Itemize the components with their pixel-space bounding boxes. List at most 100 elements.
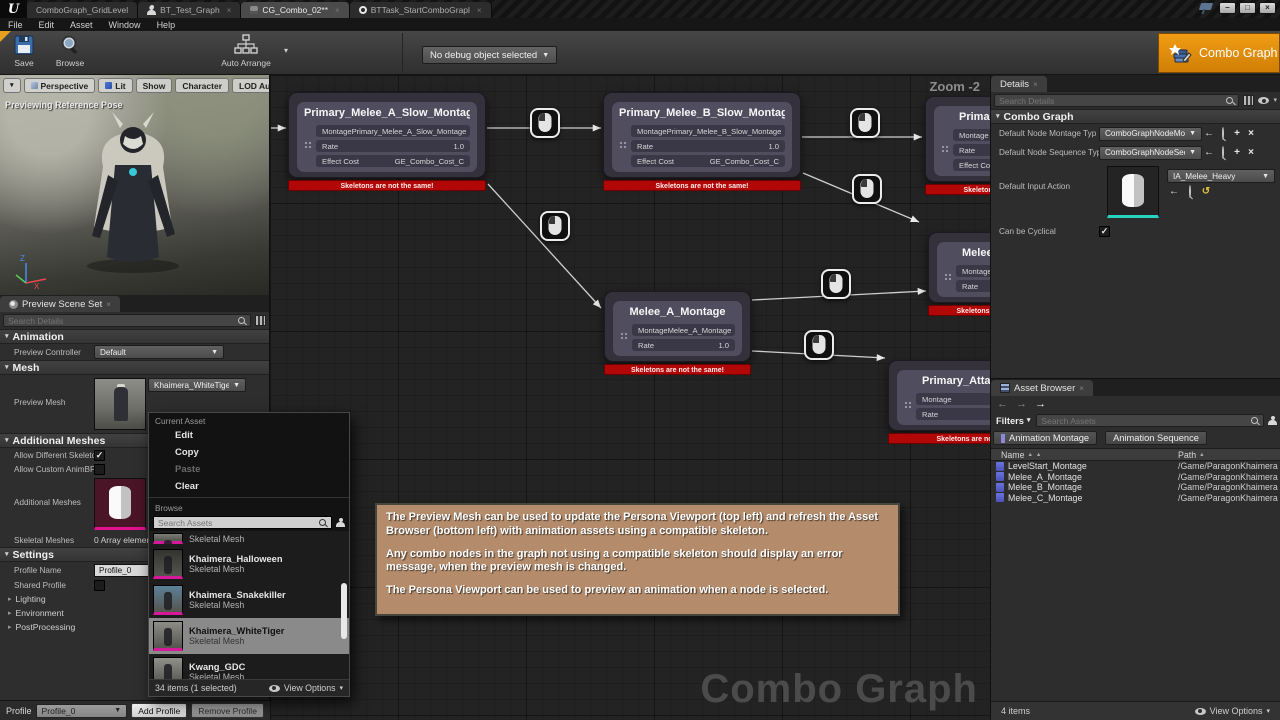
allow-different-skeletons-checkbox[interactable]: ✓ <box>94 450 105 461</box>
input-action-thumbnail[interactable] <box>1107 166 1159 218</box>
tab-close-icon[interactable]: × <box>227 6 232 15</box>
go-to-folder-icon[interactable]: → <box>1035 399 1046 410</box>
graph-node[interactable]: Melee_A_MontageMontageMelee_A_MontageRat… <box>604 291 751 375</box>
section-mesh[interactable]: ▾ Mesh <box>0 360 269 375</box>
menu-help[interactable]: Help <box>157 20 176 30</box>
column-settings-icon[interactable] <box>1243 95 1254 106</box>
column-path[interactable]: Path ▲ <box>1178 450 1280 460</box>
clear-icon[interactable]: × <box>1244 148 1258 158</box>
asset-search-box[interactable] <box>1036 414 1264 427</box>
close-button[interactable]: × <box>1259 2 1276 14</box>
column-name[interactable]: Name ▲ ▲ <box>991 450 1178 460</box>
montage-type-dropdown[interactable]: ComboGraphNodeMontage ▼ <box>1099 127 1202 141</box>
preview-mesh-thumbnail[interactable] <box>94 378 146 430</box>
tab-close-icon[interactable]: × <box>106 300 111 309</box>
history-forward-icon[interactable]: → <box>1016 399 1027 410</box>
menu-file[interactable]: File <box>8 20 23 30</box>
add-icon[interactable]: + <box>1230 148 1244 158</box>
use-selected-icon[interactable]: ← <box>1202 129 1216 139</box>
section-combo-graph[interactable]: ▾ Combo Graph <box>991 109 1280 124</box>
mesh-asset-item[interactable]: Khaimera_SnakekillerSkeletal Mesh <box>149 582 349 618</box>
user-filter-icon[interactable] <box>1268 416 1277 426</box>
menu-item-clear[interactable]: Clear <box>149 478 349 495</box>
clear-icon[interactable]: × <box>1244 129 1258 139</box>
tab-close-icon[interactable]: × <box>1079 384 1084 393</box>
input-action-dropdown[interactable]: IA_Melee_Heavy ▼ <box>1167 169 1275 183</box>
tab-cg-combo-02[interactable]: CG_Combo_02** × <box>241 2 349 18</box>
scrollbar-thumb[interactable] <box>341 583 347 639</box>
column-settings-icon[interactable] <box>255 315 266 326</box>
save-button[interactable]: Save <box>2 34 46 68</box>
preview-controller-dropdown[interactable]: Default ▼ <box>94 345 224 359</box>
auto-arrange-dropdown[interactable]: ▾ <box>284 47 288 55</box>
mesh-asset-item[interactable]: Kwang_GDCSkeletal Mesh <box>149 654 349 679</box>
asset-row[interactable]: Melee_A_Montage/Game/ParagonKhaimera <box>991 472 1280 483</box>
debug-object-dropdown[interactable]: No debug object selected ▼ <box>422 46 557 64</box>
filter-animation-sequence[interactable]: Animation Sequence <box>1105 431 1207 445</box>
filters-button[interactable]: Filters ▾ <box>994 416 1032 426</box>
add-icon[interactable]: + <box>1230 129 1244 139</box>
graph-node[interactable]: Primary_Melee_A_Slow_MontageMontagePrima… <box>288 92 486 191</box>
menu-asset[interactable]: Asset <box>70 20 93 30</box>
menu-item-edit[interactable]: Edit <box>149 427 349 444</box>
asset-picker-search-input[interactable] <box>154 518 319 528</box>
menu-item-paste[interactable]: Paste <box>149 461 349 478</box>
menu-item-copy[interactable]: Copy <box>149 444 349 461</box>
minimize-button[interactable]: – <box>1219 2 1236 14</box>
can-be-cyclical-checkbox[interactable]: ✓ <box>1099 226 1110 237</box>
sequence-type-dropdown[interactable]: ComboGraphNodeSequenc ▼ <box>1099 146 1202 160</box>
combo-graph-button[interactable]: Combo Graph <box>1158 33 1280 73</box>
combo-graph-canvas[interactable]: Zoom -2 Combo Graph Primary_Melee_A_Slow… <box>270 75 990 720</box>
preview-mesh-dropdown[interactable]: Khaimera_WhiteTiger ▼ <box>148 378 246 392</box>
profile-dropdown[interactable]: Profile_0 ▼ <box>36 704 128 718</box>
history-back-icon[interactable]: ← <box>997 399 1008 410</box>
viewport-options-dropdown[interactable]: ▾ <box>3 78 21 93</box>
asset-row[interactable]: Melee_B_Montage/Game/ParagonKhaimera <box>991 482 1280 493</box>
section-animation[interactable]: ▾ Animation <box>0 329 269 344</box>
reset-icon[interactable]: ↺ <box>1199 187 1213 197</box>
viewport-lit-button[interactable]: Lit <box>98 78 132 93</box>
graph-node[interactable]: PrimaryMontageRateEffect CostSkeletons a… <box>925 96 990 195</box>
browse-button[interactable]: Browse <box>48 34 92 68</box>
details-search-input[interactable] <box>995 96 1226 106</box>
details-search-box[interactable] <box>994 94 1239 107</box>
menu-edit[interactable]: Edit <box>39 20 55 30</box>
graph-node[interactable]: Primary_Melee_B_Slow_MontageMontagePrima… <box>603 92 801 191</box>
graph-node[interactable]: Primary_AttackMontagePrimRateSkeletons a… <box>888 360 990 444</box>
viewport-character-button[interactable]: Character <box>175 78 229 93</box>
filter-animation-montage[interactable]: Animation Montage <box>993 431 1097 445</box>
asset-row[interactable]: LevelStart_Montage/Game/ParagonKhaimera <box>991 461 1280 472</box>
allow-custom-animbp-checkbox[interactable] <box>94 464 105 475</box>
use-selected-icon[interactable]: ← <box>1167 187 1181 197</box>
user-filter-icon[interactable] <box>336 518 345 528</box>
persona-viewport[interactable]: ▾ Perspective Lit Show Character LOD Aut… <box>0 75 270 295</box>
search-details-input[interactable] <box>4 316 238 326</box>
mesh-asset-item[interactable]: Khaimera_HalloweenSkeletal Mesh <box>149 546 349 582</box>
tab-bttask-startcombograph[interactable]: BTTask_StartComboGrapl × <box>350 2 492 18</box>
remove-profile-button[interactable]: Remove Profile <box>191 703 264 718</box>
menu-window[interactable]: Window <box>109 20 141 30</box>
view-options-button[interactable]: View Options ▾ <box>269 683 343 693</box>
asset-row[interactable]: Melee_C_Montage/Game/ParagonKhaimera <box>991 493 1280 504</box>
view-filter-eye-icon[interactable] <box>1258 97 1269 104</box>
use-selected-icon[interactable]: ← <box>1202 148 1216 158</box>
mesh-asset-item[interactable]: Skeletal Mesh <box>149 531 349 546</box>
additional-meshes-thumbnail[interactable] <box>94 478 146 530</box>
asset-search-input[interactable] <box>1037 416 1251 426</box>
add-profile-button[interactable]: Add Profile <box>131 703 187 718</box>
mesh-asset-item[interactable]: Khaimera_WhiteTigerSkeletal Mesh <box>149 618 349 654</box>
tab-preview-scene-set[interactable]: Preview Scene Set × <box>0 296 120 312</box>
browse-to-asset-icon[interactable] <box>1216 129 1230 139</box>
viewport-show-button[interactable]: Show <box>136 78 173 93</box>
tab-details[interactable]: Details × <box>991 76 1047 92</box>
browse-to-asset-icon[interactable] <box>1183 187 1197 197</box>
viewport-mode-button[interactable]: Perspective <box>24 78 96 93</box>
tab-asset-browser[interactable]: Asset Browser × <box>991 380 1093 396</box>
tab-combograph-gridlevel[interactable]: ComboGraph_GridLevel <box>27 2 138 18</box>
browse-to-asset-icon[interactable] <box>1216 148 1230 158</box>
tab-bt-test-graph[interactable]: BT_Test_Graph × <box>138 2 241 18</box>
tab-close-icon[interactable]: × <box>335 6 340 15</box>
auto-arrange-button[interactable]: Auto Arrange <box>214 34 278 68</box>
view-options-button[interactable]: View Options ▾ <box>1195 706 1270 716</box>
graph-node[interactable]: Melee_MontageRateSkeletons are not the s… <box>928 232 990 316</box>
